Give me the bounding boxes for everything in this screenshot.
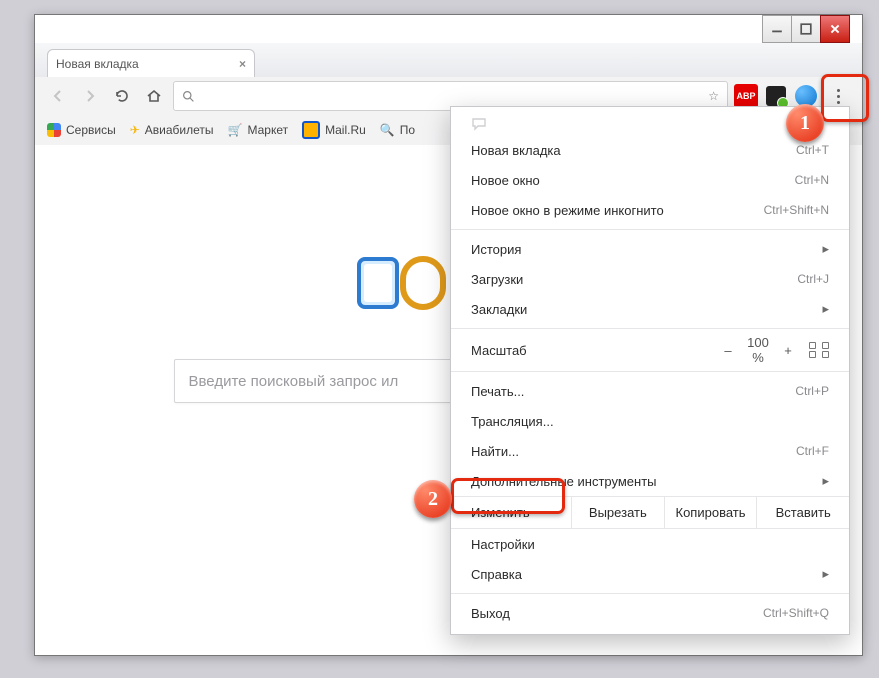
minimize-button[interactable] <box>762 15 792 43</box>
close-tab-icon[interactable]: × <box>239 57 246 71</box>
back-button[interactable] <box>45 83 71 109</box>
home-button[interactable] <box>141 83 167 109</box>
window-controls <box>763 15 850 43</box>
zoom-value: 100 % <box>743 335 773 365</box>
search-icon <box>182 90 195 103</box>
bookmark-market[interactable]: 🛒 Маркет <box>228 123 289 137</box>
bookmark-search[interactable]: 🔍 По <box>380 123 415 137</box>
menu-settings[interactable]: Настройки <box>451 529 849 559</box>
menu-separator <box>451 593 849 594</box>
fullscreen-icon[interactable] <box>809 342 829 358</box>
menu-paste[interactable]: Вставить <box>756 497 849 528</box>
active-tab[interactable]: Новая вкладка × <box>47 49 255 78</box>
menu-exit[interactable]: ВыходCtrl+Shift+Q <box>451 598 849 628</box>
callout-1: 1 <box>786 104 836 154</box>
menu-find[interactable]: Найти...Ctrl+F <box>451 436 849 466</box>
menu-copy[interactable]: Копировать <box>664 497 757 528</box>
chevron-right-icon: ▸ <box>822 241 829 257</box>
zoom-out-button[interactable]: – <box>713 343 743 358</box>
apps-icon <box>47 123 61 137</box>
menu-print[interactable]: Печать...Ctrl+P <box>451 376 849 406</box>
extension-abp[interactable]: ABP <box>734 84 758 108</box>
menu-separator <box>451 229 849 230</box>
bookmark-star-icon[interactable]: ☆ <box>708 89 719 103</box>
magnifier-icon: 🔍 <box>380 123 395 137</box>
menu-new-window[interactable]: Новое окноCtrl+N <box>451 165 849 195</box>
bookmark-services[interactable]: Сервисы <box>47 123 116 137</box>
close-button[interactable] <box>820 15 850 43</box>
omnibox-input[interactable] <box>195 88 708 105</box>
maximize-button[interactable] <box>791 15 821 43</box>
menu-cast[interactable]: Трансляция... <box>451 406 849 436</box>
menu-help[interactable]: Справка▸ <box>451 559 849 589</box>
menu-separator <box>451 371 849 372</box>
chevron-right-icon: ▸ <box>822 301 829 317</box>
tab-strip: Новая вкладка × <box>35 43 862 78</box>
mailru-icon <box>302 121 320 139</box>
menu-separator <box>451 328 849 329</box>
cart-icon: 🛒 <box>228 123 243 137</box>
bookmark-mailru[interactable]: Mail.Ru <box>302 121 366 139</box>
forward-button[interactable] <box>77 83 103 109</box>
bookmark-flights[interactable]: ✈ Авиабилеты <box>130 123 214 137</box>
menu-history[interactable]: История▸ <box>451 234 849 264</box>
menu-downloads[interactable]: ЗагрузкиCtrl+J <box>451 264 849 294</box>
menu-zoom: Масштаб – 100 % + <box>451 333 849 367</box>
callout-highlight-2 <box>451 478 565 514</box>
reload-button[interactable] <box>109 83 135 109</box>
chevron-right-icon: ▸ <box>822 473 829 489</box>
menu-incognito[interactable]: Новое окно в режиме инкогнитоCtrl+Shift+… <box>451 195 849 225</box>
chevron-right-icon: ▸ <box>822 566 829 582</box>
extension-unknown[interactable] <box>764 84 788 108</box>
chrome-menu: Новая вкладкаCtrl+T Новое окноCtrl+N Нов… <box>450 106 850 635</box>
speech-icon <box>471 117 489 131</box>
zoom-label: Масштаб <box>471 343 713 358</box>
search-placeholder: Введите поисковый запрос ил <box>189 373 399 390</box>
callout-2: 2 <box>414 480 464 530</box>
tab-title: Новая вкладка <box>56 57 139 71</box>
zoom-in-button[interactable]: + <box>773 343 803 358</box>
screenshot-root: Новая вкладка × ☆ ABP Сервисы <box>0 0 879 678</box>
plane-icon: ✈ <box>130 123 140 137</box>
menu-cut[interactable]: Вырезать <box>571 497 664 528</box>
menu-bookmarks[interactable]: Закладки▸ <box>451 294 849 324</box>
